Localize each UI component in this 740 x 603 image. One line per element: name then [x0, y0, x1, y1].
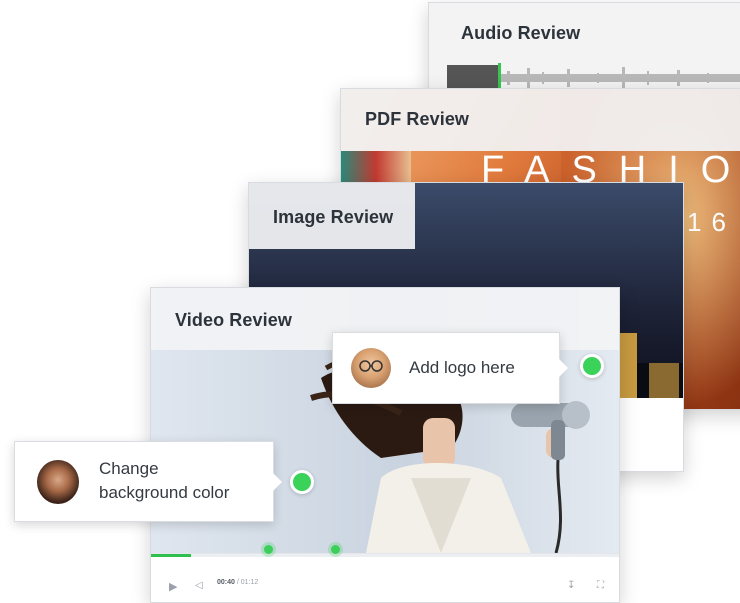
comment-marker[interactable] — [331, 545, 340, 554]
annotation-callout-background[interactable]: Change background color — [14, 441, 282, 522]
pdf-cover-year: 16 — [687, 207, 736, 237]
duration: / 01:12 — [236, 579, 259, 586]
volume-icon[interactable]: ◁ — [195, 580, 203, 591]
video-progress-track[interactable] — [151, 545, 619, 557]
play-icon[interactable]: ▶ — [169, 580, 177, 593]
man-with-glasses-avatar — [351, 348, 391, 388]
video-controls: ▶ ◁ 00:40 / 01:12 ↧ ⛶ — [151, 545, 619, 602]
current-time: 00:40 — [217, 579, 235, 586]
callout-text: Change background color — [99, 457, 229, 505]
callout-text: Add logo here — [409, 358, 515, 377]
audio-card-header: Audio Review — [429, 3, 740, 67]
download-icon[interactable]: ↧ — [567, 580, 575, 591]
callout-text-line1: Change — [99, 459, 159, 478]
callout-text-line2: background color — [99, 483, 230, 502]
annotation-callout-logo[interactable]: Add logo here — [332, 332, 568, 404]
video-progress-fill — [151, 554, 191, 557]
pdf-card-header: PDF Review — [341, 89, 740, 151]
annotation-pin[interactable] — [580, 354, 604, 378]
pdf-card-title: PDF Review — [365, 109, 470, 129]
annotation-pin[interactable] — [290, 470, 314, 494]
image-card-title: Image Review — [273, 207, 394, 227]
video-time: 00:40 / 01:12 — [217, 579, 258, 586]
audio-card-title: Audio Review — [461, 23, 581, 43]
fullscreen-icon[interactable]: ⛶ — [597, 580, 604, 591]
woman-avatar — [37, 460, 79, 504]
image-card-header: Image Review — [249, 183, 415, 249]
glasses-icon — [359, 360, 383, 372]
comment-marker[interactable] — [264, 545, 273, 554]
video-card-title: Video Review — [175, 310, 292, 330]
